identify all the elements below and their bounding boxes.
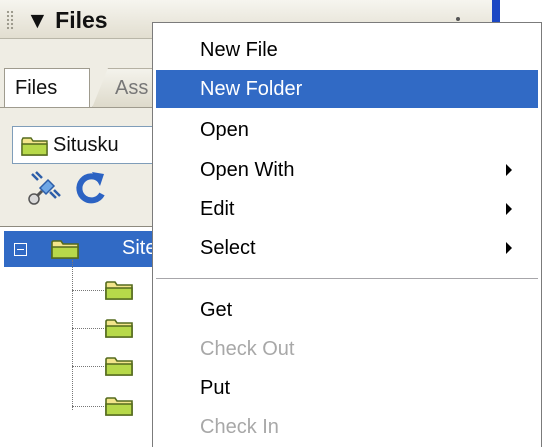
menu-item-check-in: Check In (156, 408, 538, 446)
tab-files[interactable]: Files (4, 68, 90, 108)
site-dropdown-value: Situsku (53, 133, 119, 156)
menu-item-label: Get (200, 299, 233, 321)
connect-icon[interactable] (26, 170, 62, 208)
folder-icon[interactable] (104, 394, 134, 418)
menu-item-label: Open (200, 119, 249, 141)
folder-icon[interactable] (104, 316, 134, 340)
menu-item-edit[interactable]: Edit (156, 190, 538, 228)
menu-item-label: New File (200, 39, 278, 61)
menu-item-select[interactable]: Select (156, 229, 538, 267)
menu-item-check-out: Check Out (156, 330, 538, 368)
folder-icon[interactable] (104, 278, 134, 302)
panel-title-text: Files (55, 7, 108, 33)
panel-title[interactable]: ▼ Files (26, 7, 108, 34)
folder-icon[interactable] (104, 354, 134, 378)
tree-connector (72, 366, 106, 367)
tree-connector (72, 328, 106, 329)
tree-connector (72, 260, 73, 410)
menu-item-label: Check Out (200, 338, 295, 360)
menu-item-get[interactable]: Get (156, 291, 538, 329)
tab-assets-label: Ass (115, 76, 149, 99)
menu-item-new-folder[interactable]: New Folder (156, 70, 538, 108)
folder-icon (21, 137, 48, 156)
menu-item-label: New Folder (200, 78, 303, 100)
context-menu: New File New Folder Open Open With Edit … (152, 22, 542, 447)
menu-item-label: Check In (200, 416, 279, 438)
menu-item-label: Select (200, 237, 256, 259)
triangle-right-icon (506, 203, 512, 215)
folder-icon (51, 240, 79, 259)
triangle-right-icon (506, 164, 512, 176)
refresh-icon[interactable] (72, 168, 110, 208)
panel-options-icon[interactable] (456, 17, 460, 21)
menu-item-open[interactable]: Open (156, 111, 538, 149)
tree-connector (72, 290, 106, 291)
tab-files-label: Files (15, 77, 58, 99)
menu-item-open-with[interactable]: Open With (156, 151, 538, 189)
menu-item-label: Edit (200, 198, 235, 220)
collapse-icon[interactable] (14, 243, 27, 256)
tree-connector (72, 406, 106, 407)
triangle-right-icon (506, 242, 512, 254)
menu-item-new-file[interactable]: New File (156, 31, 538, 69)
menu-separator (156, 278, 538, 280)
menu-item-put[interactable]: Put (156, 369, 538, 407)
menu-item-label: Open With (200, 159, 295, 181)
grip-icon[interactable] (6, 10, 14, 30)
menu-item-label: Put (200, 377, 231, 399)
